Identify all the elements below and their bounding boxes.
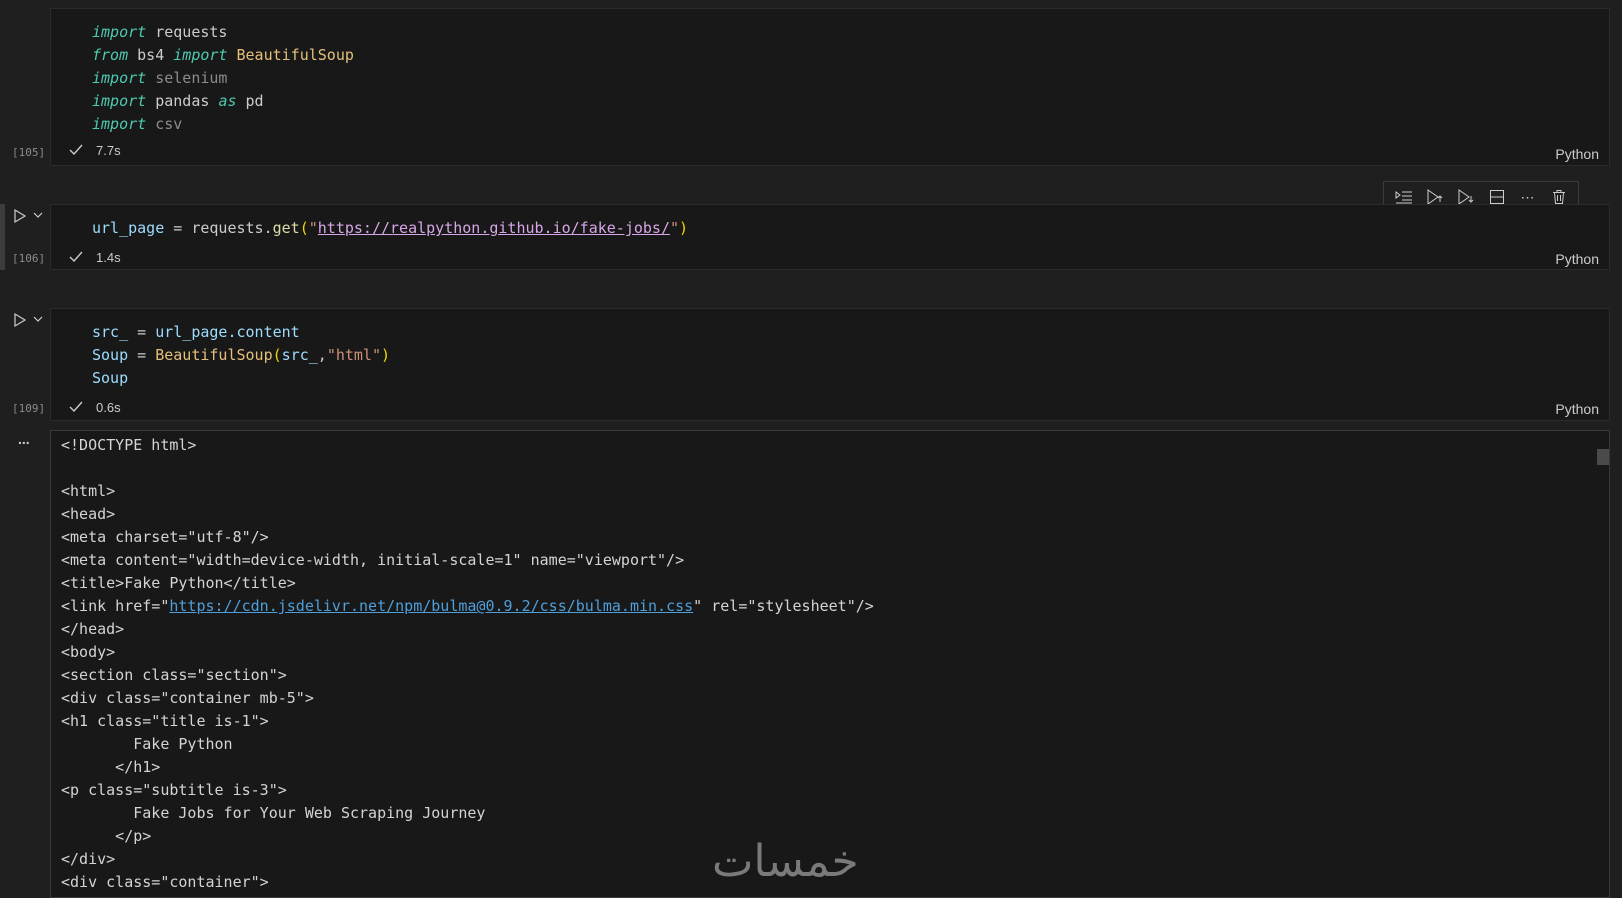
output-line: </h1> bbox=[61, 758, 161, 776]
code-line[interactable]: import requests bbox=[92, 21, 354, 44]
code-line[interactable]: import csv bbox=[92, 113, 354, 136]
cell-3-run-icon[interactable] bbox=[12, 312, 28, 328]
check-icon bbox=[69, 401, 83, 413]
output-line: <h1 class="title is-1"> bbox=[61, 712, 269, 730]
output-line: <html> bbox=[61, 482, 116, 500]
code-token: csv bbox=[146, 115, 183, 133]
output-line: <title>Fake Python</title> bbox=[61, 574, 296, 592]
code-token: bs4 bbox=[128, 46, 174, 64]
cell-2-chevron-down-icon[interactable] bbox=[33, 210, 43, 220]
cell-2-duration: 1.4s bbox=[96, 249, 121, 265]
cell-2-status: 1.4s bbox=[68, 249, 121, 265]
code-token: pandas bbox=[146, 92, 219, 110]
code-line[interactable]: Soup = BeautifulSoup(src_,"html") bbox=[92, 344, 390, 367]
output-line: <head> bbox=[61, 505, 116, 523]
cell-2-language[interactable]: Python bbox=[1555, 251, 1599, 267]
code-token: import bbox=[92, 23, 147, 41]
code-token: url_page.content bbox=[155, 323, 300, 341]
code-token: import bbox=[92, 69, 147, 87]
output-line: Fake Jobs for Your Web Scraping Journey bbox=[61, 804, 486, 822]
output-line: <body> bbox=[61, 643, 116, 661]
code-token: Soup bbox=[92, 369, 129, 387]
code-token: get bbox=[272, 219, 300, 237]
output-line: <!DOCTYPE html> bbox=[61, 436, 197, 454]
code-token: selenium bbox=[146, 69, 228, 87]
code-line[interactable]: Soup bbox=[92, 367, 390, 390]
code-token: = requests. bbox=[164, 219, 273, 237]
code-cell-2[interactable]: url_page = requests.get("https://realpyt… bbox=[50, 204, 1610, 270]
check-icon bbox=[69, 251, 83, 263]
code-token: , bbox=[317, 346, 327, 364]
code-line[interactable]: import pandas as pd bbox=[92, 90, 354, 113]
cell-2-exec-count: [106] bbox=[12, 252, 46, 265]
output-line: <meta content="width=device-width, initi… bbox=[61, 551, 685, 569]
code-token: ( bbox=[299, 219, 309, 237]
cell-3-status: 0.6s bbox=[68, 399, 121, 415]
code-token: BeautifulSoup bbox=[155, 346, 273, 364]
code-line[interactable]: src_ = url_page.content bbox=[92, 321, 390, 344]
cell-3-duration: 0.6s bbox=[96, 399, 121, 415]
output-text[interactable]: <!DOCTYPE html> <html> <head> <meta charse… bbox=[61, 434, 874, 897]
output-text-segment: <link href=" bbox=[61, 597, 170, 615]
cell-3-output[interactable]: <!DOCTYPE html> <html> <head> <meta charse… bbox=[50, 430, 1610, 898]
cell-1-duration: 7.7s bbox=[96, 142, 121, 158]
code-line[interactable]: from bs4 import BeautifulSoup bbox=[92, 44, 354, 67]
cell-1-status: 7.7s bbox=[68, 142, 121, 158]
code-token: src_ bbox=[281, 346, 318, 364]
watermark-logo: خمسات bbox=[712, 836, 859, 887]
check-icon bbox=[69, 144, 83, 156]
code-token: url_page bbox=[92, 219, 165, 237]
code-token: ) bbox=[381, 346, 391, 364]
code-line[interactable]: url_page = requests.get("https://realpyt… bbox=[92, 217, 688, 240]
code-token: requests bbox=[146, 23, 228, 41]
output-more-button[interactable]: ... bbox=[18, 431, 30, 447]
code-cell-1[interactable]: import requests from bs4 import Beautiful… bbox=[50, 8, 1610, 166]
code-token: import bbox=[173, 46, 228, 64]
code-token: Soup bbox=[92, 346, 129, 364]
output-link[interactable]: https://cdn.jsdelivr.net/npm/bulma@0.9.2… bbox=[169, 597, 693, 615]
code-token: import bbox=[92, 115, 147, 133]
code-token: import bbox=[92, 92, 147, 110]
output-line: </head> bbox=[61, 620, 125, 638]
output-line: Fake Python bbox=[61, 735, 233, 753]
code-token: " bbox=[308, 219, 318, 237]
code-line[interactable]: import selenium bbox=[92, 67, 354, 90]
cell-3-language[interactable]: Python bbox=[1555, 401, 1599, 417]
cell-1-code[interactable]: import requests from bs4 import Beautiful… bbox=[92, 21, 354, 136]
code-token: BeautifulSoup bbox=[227, 46, 354, 64]
cell-2-focus-bar bbox=[0, 204, 5, 270]
code-token: ) bbox=[679, 219, 689, 237]
cell-1-exec-count: [105] bbox=[12, 146, 46, 159]
code-token: pd bbox=[236, 92, 264, 110]
code-token: from bbox=[92, 46, 129, 64]
output-text-segment: " rel="stylesheet"/> bbox=[693, 597, 874, 615]
output-scrollbar-thumb[interactable] bbox=[1597, 449, 1609, 465]
code-token: as bbox=[218, 92, 237, 110]
code-token: = bbox=[128, 323, 156, 341]
code-token[interactable]: https://realpython.github.io/fake-jobs/ bbox=[318, 219, 670, 237]
code-token: ( bbox=[272, 346, 282, 364]
output-line: <div class="columns is-multiline" id="Re… bbox=[61, 894, 874, 897]
code-token: src_ bbox=[92, 323, 129, 341]
output-line: <link href="https://cdn.jsdelivr.net/npm… bbox=[61, 595, 874, 618]
cell-3-exec-count: [109] bbox=[12, 402, 46, 415]
output-line: <section class="section"> bbox=[61, 666, 287, 684]
code-cell-3[interactable]: src_ = url_page.content Soup = BeautifulS… bbox=[50, 308, 1610, 421]
code-token: " bbox=[669, 219, 680, 237]
output-line: <div class="container mb-5"> bbox=[61, 689, 314, 707]
output-line: <meta charset="utf-8"/> bbox=[61, 528, 269, 546]
cell-1-language[interactable]: Python bbox=[1555, 146, 1599, 162]
cell-2-code[interactable]: url_page = requests.get("https://realpyt… bbox=[92, 217, 688, 240]
code-token: = bbox=[128, 346, 156, 364]
code-token: "html" bbox=[326, 346, 381, 364]
cell-3-chevron-down-icon[interactable] bbox=[33, 314, 43, 324]
cell-3-code[interactable]: src_ = url_page.content Soup = BeautifulS… bbox=[92, 321, 390, 390]
cell-2-run-icon[interactable] bbox=[12, 208, 28, 224]
output-line: <p class="subtitle is-3"> bbox=[61, 781, 287, 799]
